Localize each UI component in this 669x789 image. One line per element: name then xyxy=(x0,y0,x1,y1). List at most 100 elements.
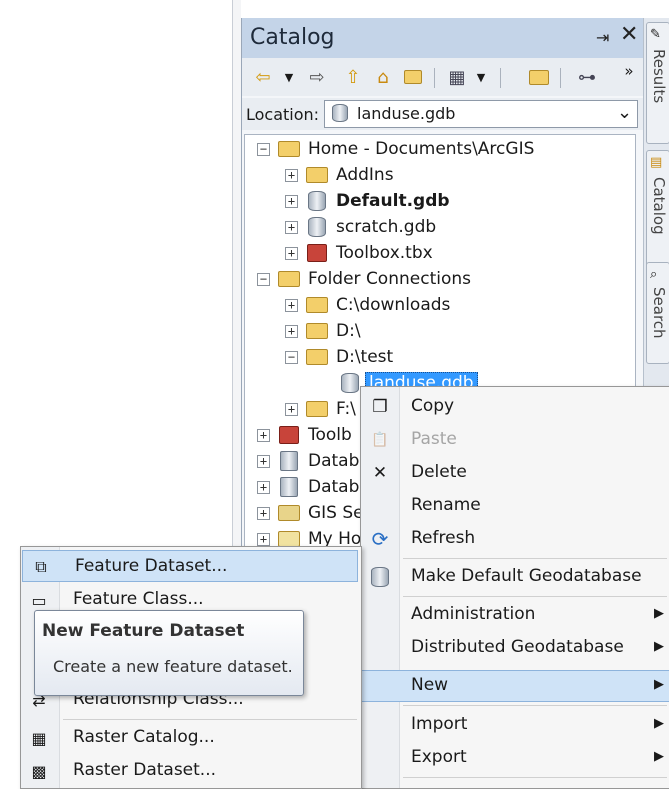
home-folder-icon[interactable]: ⌂ xyxy=(372,66,394,88)
back-dropdown-chevron-icon[interactable]: ▼ xyxy=(278,66,300,88)
menu-item-label: New xyxy=(411,675,449,695)
tree-item-label: AddIns xyxy=(336,165,394,185)
expand-icon[interactable]: + xyxy=(285,402,298,416)
menu-item-administration[interactable]: Administration ▶ xyxy=(361,599,669,631)
expand-icon[interactable]: + xyxy=(257,428,270,442)
expand-icon[interactable]: + xyxy=(257,454,270,468)
submenu-arrow-icon: ▶ xyxy=(654,606,664,621)
toolbox-icon xyxy=(278,425,300,445)
refresh-icon: ⟳ xyxy=(371,527,389,551)
tree-view-icon[interactable]: ⊶ xyxy=(576,66,598,88)
tree-item-label: Toolb xyxy=(308,425,352,445)
tree-item-toolbox[interactable]: + Toolbox.tbx xyxy=(285,241,433,265)
menu-item-make-default-geodatabase[interactable]: Make Default Geodatabase xyxy=(361,561,669,593)
copy-icon: ❐ xyxy=(372,397,388,417)
expand-icon[interactable]: + xyxy=(285,220,298,234)
connect-folder-icon[interactable] xyxy=(402,66,424,88)
menu-item-label: Export xyxy=(411,747,467,767)
forward-arrow-icon[interactable]: ⇨ xyxy=(306,66,328,88)
collapse-icon[interactable]: − xyxy=(257,142,270,156)
menu-item-distributed-geodatabase[interactable]: Distributed Geodatabase ▶ xyxy=(361,632,669,664)
close-icon[interactable]: ✕ xyxy=(620,22,638,47)
menu-separator xyxy=(403,705,667,706)
menu-item-label: Make Default Geodatabase xyxy=(411,566,642,586)
tab-search[interactable]: ⌕ Search xyxy=(646,262,669,364)
geodatabase-icon xyxy=(339,373,361,393)
tree-item-default-gdb[interactable]: + Default.gdb xyxy=(285,189,450,213)
tooltip-title: New Feature Dataset xyxy=(42,621,245,641)
new-folder-icon[interactable] xyxy=(528,66,550,88)
menu-separator xyxy=(403,777,667,778)
menu-item-feature-dataset[interactable]: ⧉ Feature Dataset... xyxy=(22,550,358,582)
tree-item-home[interactable]: − Home - Documents\ArcGIS xyxy=(257,137,534,161)
chevron-down-icon[interactable]: ⌄ xyxy=(617,102,632,123)
expand-icon[interactable]: + xyxy=(257,480,270,494)
pin-icon[interactable]: ⇥ xyxy=(596,28,609,47)
location-combobox[interactable]: landuse.gdb ⌄ xyxy=(324,100,638,128)
raster-catalog-icon: ▦ xyxy=(31,728,47,748)
feature-class-icon: ▭ xyxy=(31,590,47,610)
tree-item-d-drive[interactable]: + D:\ xyxy=(285,319,361,343)
expand-icon[interactable]: + xyxy=(257,532,270,546)
menu-item-raster-catalog[interactable]: ▦ Raster Catalog... xyxy=(21,722,361,754)
menu-item-new[interactable]: New ▶ xyxy=(360,670,669,702)
up-one-level-icon[interactable]: ⇧ xyxy=(342,66,364,88)
tree-item-addins[interactable]: + AddIns xyxy=(285,163,394,187)
tree-item-database-servers[interactable]: + Datab xyxy=(257,449,359,473)
context-menu: ❐ Copy 📋 Paste ✕ Delete Rename ⟳ Refresh… xyxy=(360,386,669,789)
database-connection-icon xyxy=(278,477,300,497)
tree-item-label: scratch.gdb xyxy=(336,217,437,237)
menu-item-paste[interactable]: 📋 Paste xyxy=(361,424,669,456)
menu-item-raster-dataset[interactable]: ▩ Raster Dataset... xyxy=(21,755,361,787)
expand-icon[interactable]: + xyxy=(257,506,270,520)
menu-separator xyxy=(403,558,667,559)
tree-item-c-downloads[interactable]: + C:\downloads xyxy=(285,293,450,317)
tree-item-label: Home - Documents\ArcGIS xyxy=(308,139,535,159)
toolbar-overflow-icon[interactable]: » xyxy=(618,60,640,82)
expand-icon[interactable]: + xyxy=(285,324,298,338)
menu-item-delete[interactable]: ✕ Delete xyxy=(361,457,669,489)
toolbox-icon xyxy=(306,243,328,263)
menu-item-copy[interactable]: ❐ Copy xyxy=(361,391,669,423)
tooltip: New Feature Dataset Create a new feature… xyxy=(34,610,304,696)
submenu-arrow-icon: ▶ xyxy=(654,749,664,764)
menu-item-label: Copy xyxy=(411,396,455,416)
tree-item-f-drive[interactable]: + F:\ xyxy=(285,397,356,421)
catalog-icon: ▤ xyxy=(650,155,663,170)
tree-item-gis-servers[interactable]: + GIS Se xyxy=(257,501,364,525)
tree-item-label: C:\downloads xyxy=(336,295,451,315)
tooltip-body: Create a new feature dataset. xyxy=(53,657,293,676)
tree-item-scratch-gdb[interactable]: + scratch.gdb xyxy=(285,215,436,239)
menu-item-export[interactable]: Export ▶ xyxy=(361,742,669,774)
view-dropdown-chevron-icon[interactable]: ▼ xyxy=(470,66,492,88)
collapse-icon[interactable]: − xyxy=(257,272,270,286)
raster-dataset-icon: ▩ xyxy=(31,761,47,781)
menu-separator xyxy=(403,596,667,597)
expand-icon[interactable]: + xyxy=(285,194,298,208)
tree-item-label: Default.gdb xyxy=(336,191,450,211)
menu-item-refresh[interactable]: ⟳ Refresh xyxy=(361,523,669,555)
collapse-icon[interactable]: − xyxy=(285,350,298,364)
view-toggle-icon[interactable]: ▦ xyxy=(446,66,468,88)
expand-icon[interactable]: + xyxy=(285,168,298,182)
tree-item-toolboxes[interactable]: + Toolb xyxy=(257,423,352,447)
menu-item-label: Rename xyxy=(411,495,481,515)
tab-results[interactable]: ✎ Results xyxy=(646,22,669,144)
database-server-icon xyxy=(278,451,300,471)
paste-icon: 📋 xyxy=(371,432,389,448)
menu-separator xyxy=(63,719,357,720)
results-icon: ✎ xyxy=(650,27,661,42)
back-arrow-icon[interactable]: ⇦ xyxy=(252,66,274,88)
menu-item-rename[interactable]: Rename xyxy=(361,490,669,522)
tree-item-folder-connections[interactable]: − Folder Connections xyxy=(257,267,471,291)
folder-connection-icon xyxy=(306,399,328,419)
catalog-title-bar[interactable]: Catalog ⇥ ✕ xyxy=(242,18,644,58)
menu-item-label: Distributed Geodatabase xyxy=(411,637,624,657)
menu-item-import[interactable]: Import ▶ xyxy=(361,709,669,741)
expand-icon[interactable]: + xyxy=(285,298,298,312)
expand-icon[interactable]: + xyxy=(285,246,298,260)
tree-item-database-connections[interactable]: + Datab xyxy=(257,475,359,499)
tree-item-d-test[interactable]: − D:\test xyxy=(285,345,393,369)
tab-catalog[interactable]: ▤ Catalog xyxy=(646,150,669,268)
folder-connection-icon xyxy=(306,347,328,367)
